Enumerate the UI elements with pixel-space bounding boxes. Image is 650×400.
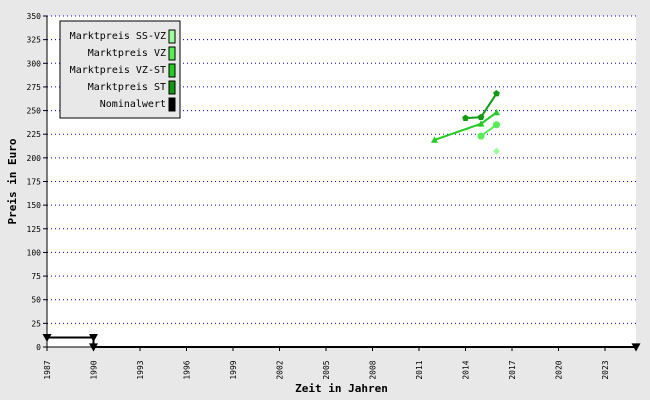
x-tick-label: 2020 [555, 360, 564, 379]
y-tick-label: 175 [27, 178, 42, 187]
legend-swatch [168, 46, 176, 61]
legend-label: Marktpreis ST [88, 82, 166, 93]
x-tick-label: 1987 [43, 360, 52, 379]
x-tick-label: 2011 [415, 360, 424, 379]
x-tick-label: 1993 [136, 360, 145, 379]
x-tick-label: 2008 [369, 360, 378, 379]
legend-swatch [168, 29, 176, 44]
legend-swatch [168, 80, 176, 95]
x-tick-label: 2005 [322, 360, 331, 379]
y-tick-label: 100 [27, 248, 42, 257]
y-tick-label: 200 [27, 154, 42, 163]
x-tick-label: 2014 [462, 360, 471, 379]
legend-swatch [168, 97, 176, 112]
y-axis-label: Preis in Euro [6, 138, 19, 224]
y-tick-label: 225 [27, 130, 42, 139]
data-point [477, 132, 485, 140]
y-tick-label: 350 [27, 12, 42, 21]
y-tick-label: 300 [27, 59, 42, 68]
x-tick-label: 2023 [601, 360, 610, 379]
y-tick-label: 325 [27, 36, 42, 45]
y-tick-label: 125 [27, 225, 42, 234]
legend-label: Marktpreis SS-VZ [70, 31, 166, 42]
price-chart: 0 25 50 75 100 125 150 175 200 225 250 275 300 325 350… [0, 0, 650, 400]
y-tick-label: 275 [27, 83, 42, 92]
legend-label: Marktpreis VZ [88, 48, 166, 59]
legend-label: Marktpreis VZ-ST [70, 65, 166, 76]
y-tick-label: 0 [36, 343, 41, 352]
y-tick-label: 250 [27, 107, 42, 116]
x-tick-label: 1990 [90, 360, 99, 379]
legend: Marktpreis SS-VZ Marktpreis VZ Marktpreis … [59, 20, 181, 119]
y-tick-label: 25 [31, 319, 41, 328]
x-tick-label: 1996 [183, 360, 192, 379]
y-tick-label: 50 [31, 296, 41, 305]
x-axis-label: Zeit in Jahren [295, 382, 388, 395]
x-tick-label: 1999 [229, 360, 238, 379]
legend-label: Nominalwert [100, 99, 166, 110]
y-tick-label: 150 [27, 201, 42, 210]
x-tick-label: 2002 [276, 360, 285, 379]
chart-container: 0 25 50 75 100 125 150 175 200 225 250 275 300 325 350… [0, 0, 650, 400]
y-tick-label: 75 [31, 272, 41, 281]
x-tick-label: 2017 [508, 360, 517, 379]
legend-swatch [168, 63, 176, 78]
data-point [493, 121, 500, 129]
